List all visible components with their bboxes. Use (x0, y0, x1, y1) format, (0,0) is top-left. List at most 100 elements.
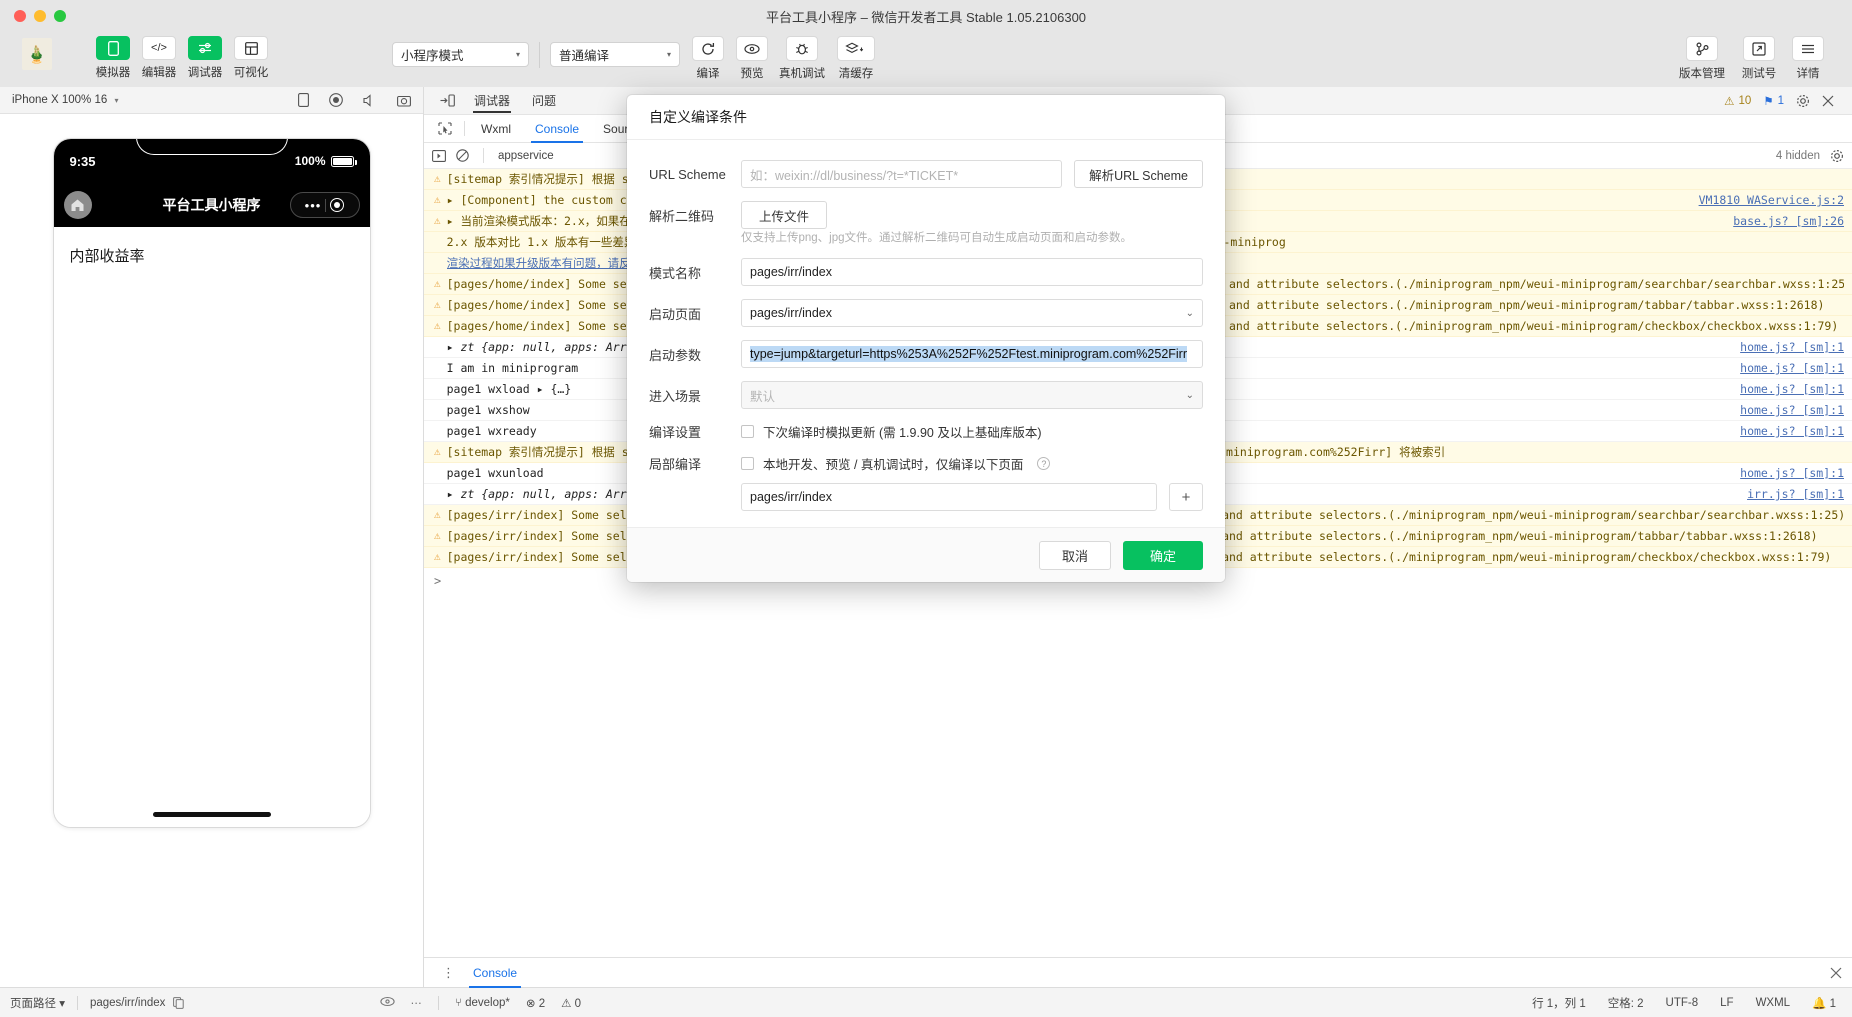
maximize-window-button[interactable] (54, 10, 66, 22)
log-text[interactable]: 渲染过程如果升级版本有问题，请反馈至 https://github.com/k (447, 255, 1844, 271)
panel-toggle-visual[interactable]: 可视化 (230, 36, 272, 80)
close-devtools-icon[interactable] (1822, 95, 1834, 107)
version-control-button[interactable]: 版本管理 (1674, 36, 1730, 81)
panel-toggle-editor[interactable]: </> 编辑器 (138, 36, 180, 80)
log-row[interactable]: ⚠ [pages/home/index] Some selectors are n… (424, 274, 1852, 295)
home-icon[interactable] (63, 191, 92, 219)
drawer-menu-icon[interactable]: ⋮ (434, 965, 463, 981)
compile-button[interactable]: 编译 (688, 36, 728, 81)
device-selector[interactable]: iPhone X 100% 16 ▾ (12, 94, 119, 106)
subtab-appdata[interactable]: Appdata (727, 115, 796, 143)
log-source[interactable]: irr.js? [sm]:1 (1747, 486, 1844, 502)
dock-icon[interactable] (432, 94, 463, 107)
minimize-window-button[interactable] (34, 10, 46, 22)
warning-count-indicator[interactable]: ⚠ 0 (561, 996, 581, 1010)
log-source[interactable]: home.js? [sm]:1 (1740, 339, 1844, 355)
close-drawer-icon[interactable] (1830, 967, 1842, 979)
log-row[interactable]: ⚠渲染过程如果升级版本有问题，请反馈至 https://github.com/k (424, 253, 1852, 274)
log-row[interactable]: ⚠I am in miniprogramhome.js? [sm]:1 (424, 358, 1852, 379)
log-row[interactable]: ⚠ [pages/home/index] Some selectors are n… (424, 295, 1852, 316)
settings-gear-icon[interactable] (1796, 94, 1810, 108)
subtab-wxml-label: Wxml (481, 121, 511, 136)
clear-console-icon[interactable] (456, 149, 469, 162)
language-mode[interactable]: WXML (1756, 997, 1791, 1009)
page-heading: 内部收益率 (69, 248, 145, 265)
eol-setting[interactable]: LF (1720, 997, 1733, 1009)
remote-debug-button[interactable]: 真机调试 (776, 36, 828, 81)
panel-toggle-debugger[interactable]: 调试器 (184, 36, 226, 80)
log-source[interactable]: home.js? [sm]:1 (1740, 360, 1844, 376)
subtab-trace[interactable]: Trace (919, 115, 973, 143)
log-row[interactable]: ⚠page1 wxshowhome.js? [sm]:1 (424, 400, 1852, 421)
log-source[interactable]: home.js? [sm]:1 (1740, 465, 1844, 481)
log-row[interactable]: ⚠ [pages/irr/index] Some selectors are no… (424, 526, 1852, 547)
warning-count-badge[interactable]: ⚠ 10 (1724, 94, 1751, 108)
log-row[interactable]: ⚠ [pages/home/index] Some selectors are n… (424, 316, 1852, 337)
close-window-button[interactable] (14, 10, 26, 22)
external-link-icon (1743, 36, 1775, 61)
panel-toggle-simulator[interactable]: 模拟器 (92, 36, 134, 80)
encoding-setting[interactable]: UTF-8 (1666, 997, 1699, 1009)
log-source[interactable]: base.js? [sm]:26 (1733, 213, 1844, 229)
tab-issues[interactable]: 问题 (521, 87, 567, 115)
log-source[interactable]: VM1810 WAService.js:2 (1699, 192, 1844, 208)
project-logo[interactable]: 🎍 (22, 38, 52, 70)
subtab-sources[interactable]: Sources (591, 115, 659, 143)
log-text: [pages/home/index] Some selectors are no… (446, 277, 1844, 291)
console-log-list[interactable]: ⚠ [sitemap 索引情况提示] 根据 sitemap 的规则[0]，当前页面… (424, 169, 1852, 957)
cursor-position[interactable]: 行 1，列 1 (1532, 995, 1586, 1011)
log-source[interactable]: home.js? [sm]:1 (1740, 402, 1844, 418)
log-row[interactable]: ⚠ ▸ 当前渲染模式版本：2.x，如果在低版本环境运行，则会降级成 1.x 渲染模… (424, 211, 1852, 232)
console-input-prompt[interactable]: > (424, 568, 1852, 594)
tab-debugger[interactable]: 调试器 (463, 87, 521, 115)
more-options-icon[interactable]: ⋯ (411, 996, 423, 1010)
capsule-button[interactable]: ••• (289, 192, 360, 218)
subtab-network[interactable]: Network (659, 115, 727, 143)
log-row[interactable]: ⚠ [pages/irr/index] Some selectors are no… (424, 505, 1852, 526)
test-account-button[interactable]: 测试号 (1736, 36, 1782, 81)
compile-select[interactable]: 普通编译 ▾ (550, 42, 680, 67)
execute-icon[interactable] (432, 149, 446, 162)
log-row[interactable]: ⚠ [sitemap 索引情况提示] 根据 sitemap 的规则[0]，当前页面… (424, 169, 1852, 190)
console-settings-gear-icon[interactable] (1830, 149, 1844, 163)
rotate-device-icon[interactable] (298, 93, 309, 107)
details-button[interactable]: 详情 (1788, 36, 1828, 81)
drawer-tab-console-label: Console (473, 965, 518, 980)
subtab-vulnerability[interactable]: Vulnerability (973, 115, 1062, 143)
log-row[interactable]: ⚠▸ zt {app: null, apps: Array(0), option… (424, 337, 1852, 358)
clear-cache-button[interactable]: 清缓存 (832, 36, 880, 81)
subtab-audits[interactable]: Audits (862, 115, 919, 143)
console-context-selector[interactable]: appservice (498, 150, 554, 162)
copy-path-icon[interactable] (173, 996, 185, 1009)
log-row[interactable]: ⚠page1 wxreadyhome.js? [sm]:1 (424, 421, 1852, 442)
eye-icon[interactable] (379, 996, 395, 1010)
screenshot-icon[interactable] (397, 94, 411, 107)
log-row[interactable]: ⚠ [pages/irr/index] Some selectors are no… (424, 547, 1852, 568)
subtab-storage[interactable]: Storage (796, 115, 862, 143)
preview-button[interactable]: 预览 (732, 36, 772, 81)
subtab-wxml[interactable]: Wxml (469, 115, 523, 143)
page-path-selector[interactable]: 页面路径 ▾ (10, 995, 65, 1011)
log-row[interactable]: ⚠page1 wxload ▸ {…}home.js? [sm]:1 (424, 379, 1852, 400)
mode-select[interactable]: 小程序模式 ▾ (392, 42, 529, 67)
inspect-element-icon[interactable] (430, 122, 460, 135)
log-row[interactable]: ⚠page1 wxunloadhome.js? [sm]:1 (424, 463, 1852, 484)
info-count-badge[interactable]: ⚑ 1 (1763, 94, 1784, 108)
volume-icon[interactable] (363, 93, 377, 107)
log-row[interactable]: ⚠ [sitemap 索引情况提示] 根据 sitemap 的规则[0]，当前页面… (424, 442, 1852, 463)
log-row[interactable]: ⚠2.x 版本对比 1.x 版本有一些差异，回退版本可以使用 generate.… (424, 232, 1852, 253)
log-row[interactable]: ⚠▸ zt {app: null, apps: Array(0), option… (424, 484, 1852, 505)
record-icon[interactable] (329, 93, 343, 107)
log-row[interactable]: ⚠ ▸ [Component] the custom component ("mi… (424, 190, 1852, 211)
drawer-tab-console[interactable]: Console (463, 958, 527, 988)
notification-indicator[interactable]: 🔔 1 (1812, 996, 1836, 1010)
log-source[interactable]: home.js? [sm]:1 (1740, 381, 1844, 397)
branch-indicator[interactable]: ⑂ develop* (455, 997, 510, 1009)
subtab-console[interactable]: Console (523, 115, 591, 143)
indent-setting[interactable]: 空格: 2 (1608, 995, 1644, 1011)
log-source[interactable]: home.js? [sm]:1 (1740, 423, 1844, 439)
status-left-icons: ⋯ (379, 996, 435, 1010)
log-text: page1 wxload ▸ {…} (446, 382, 572, 396)
error-count-indicator[interactable]: ⊗ 2 (526, 996, 545, 1010)
window-controls[interactable] (0, 10, 66, 22)
